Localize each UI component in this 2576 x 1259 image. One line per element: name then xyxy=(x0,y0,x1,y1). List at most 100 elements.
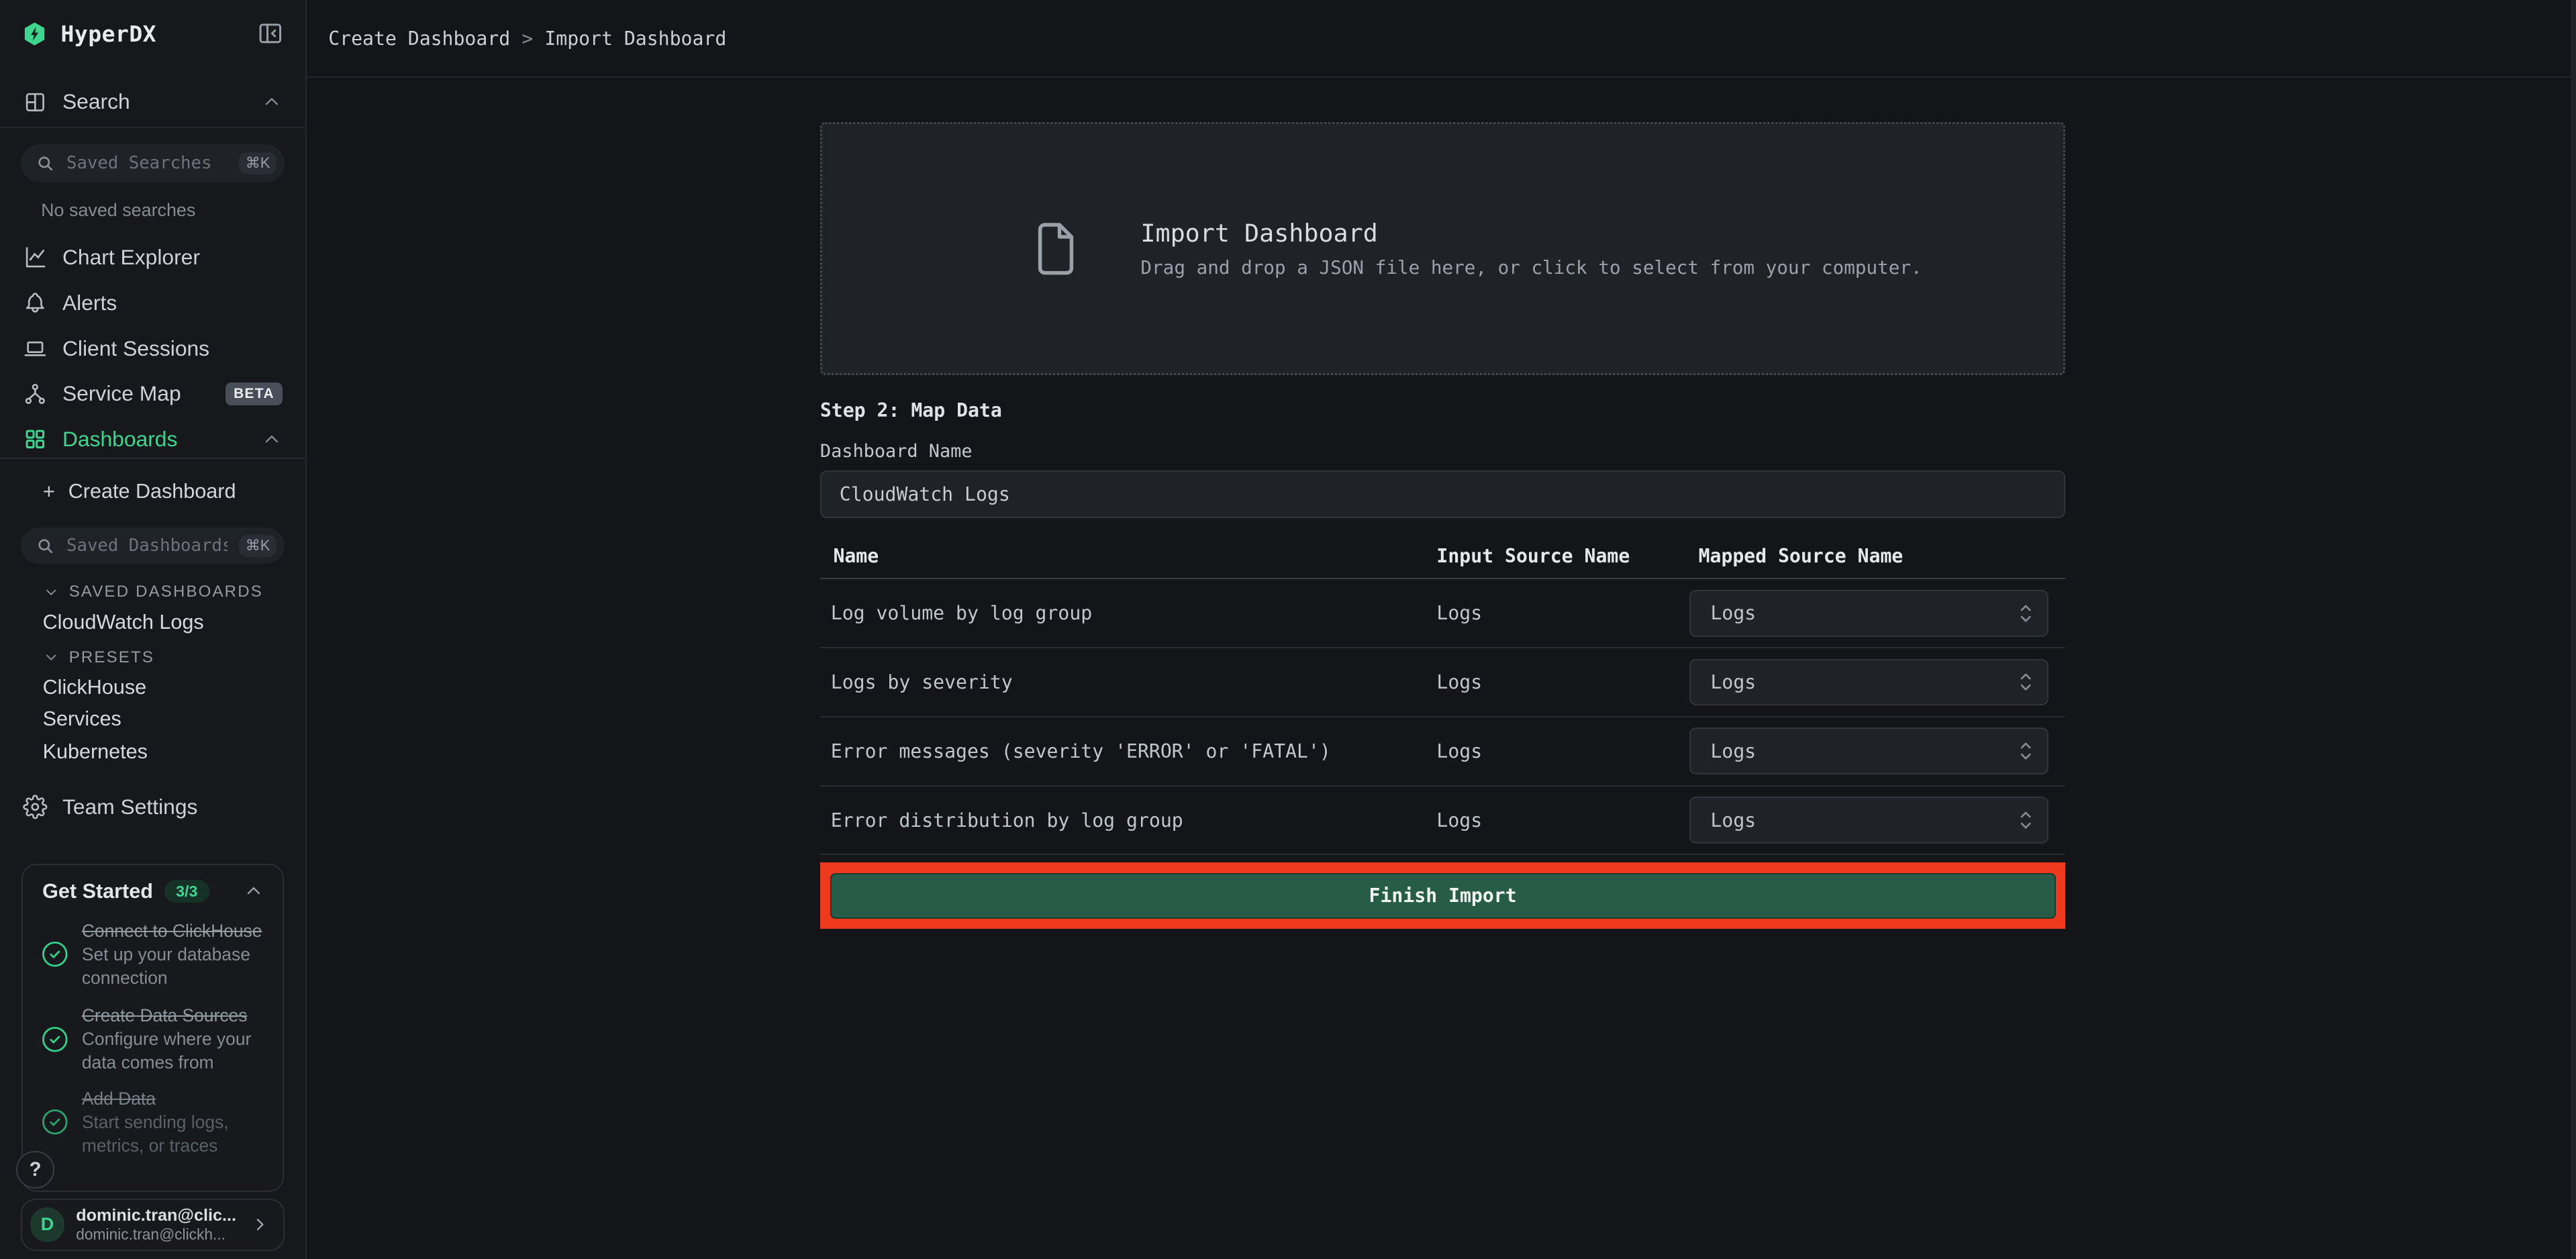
table-row: Logs by severity Logs Logs xyxy=(820,648,2065,717)
table-header-row: Name Input Source Name Mapped Source Nam… xyxy=(820,518,2065,580)
sidebar-item-alerts[interactable]: Alerts xyxy=(0,281,305,326)
dropzone-title: Import Dashboard xyxy=(1140,220,1922,246)
check-circle-icon xyxy=(41,1025,69,1054)
get-started-title: Get Started xyxy=(42,880,153,903)
sidebar-item-team-settings[interactable]: Team Settings xyxy=(0,785,305,829)
sidebar-item-label: Alerts xyxy=(62,291,117,315)
column-header-input-source: Input Source Name xyxy=(1436,545,1689,567)
shortcut-badge: ⌘K xyxy=(239,152,277,174)
search-icon xyxy=(36,154,55,173)
sidebar-item-chart-explorer[interactable]: Chart Explorer xyxy=(0,235,305,281)
panel-name: Error distribution by log group xyxy=(820,809,1437,832)
input-source-value: Logs xyxy=(1436,740,1689,762)
breadcrumb-create-dashboard[interactable]: Create Dashboard xyxy=(328,28,510,50)
import-dashboard-panel: Import Dashboard Drag and drop a JSON fi… xyxy=(820,78,2065,929)
mapped-source-value: Logs xyxy=(1710,809,2017,832)
preset-item-services[interactable]: Services xyxy=(43,707,121,732)
group-presets[interactable]: PRESETS xyxy=(0,645,305,670)
mapped-source-value: Logs xyxy=(1710,602,2017,624)
saved-dashboards-input[interactable] xyxy=(63,534,231,558)
check-circle-icon xyxy=(41,1108,69,1136)
mapped-source-select[interactable]: Logs xyxy=(1689,727,2048,774)
app-title: HyperDX xyxy=(60,21,256,47)
sidebar-section-search[interactable]: Search xyxy=(0,77,305,128)
collapse-sidebar-icon[interactable] xyxy=(256,19,285,48)
panel-name: Logs by severity xyxy=(820,671,1437,693)
help-button[interactable]: ? xyxy=(16,1151,54,1189)
bell-icon xyxy=(23,291,48,315)
chevron-right-icon xyxy=(250,1215,270,1234)
mapped-source-select[interactable]: Logs xyxy=(1689,590,2048,637)
dashboard-item-cloudwatch-logs[interactable]: CloudWatch Logs xyxy=(43,610,204,635)
app-window: HyperDX Search ⌘K No saved searches xyxy=(0,0,2576,1259)
checklist-desc: Set up your database connection xyxy=(82,944,250,988)
search-icon xyxy=(36,536,55,556)
annotation-highlight-box: Finish Import xyxy=(820,862,2065,929)
table-row: Log volume by log group Logs Logs xyxy=(820,579,2065,648)
preset-item-kubernetes[interactable]: Kubernetes xyxy=(43,740,148,764)
chevron-down-icon xyxy=(43,649,59,665)
user-account-card[interactable]: D dominic.tran@clic... dominic.tran@clic… xyxy=(21,1199,285,1251)
avatar: D xyxy=(30,1207,64,1242)
json-dropzone[interactable]: Import Dashboard Drag and drop a JSON fi… xyxy=(820,122,2065,375)
create-dashboard-label: Create Dashboard xyxy=(68,480,236,503)
chevron-up-icon xyxy=(243,880,264,902)
team-settings-label: Team Settings xyxy=(62,795,197,819)
dashboard-name-label: Dashboard Name xyxy=(820,442,2065,461)
saved-searches-searchbox[interactable]: ⌘K xyxy=(21,144,285,182)
shortcut-badge: ⌘K xyxy=(239,535,277,557)
top-header: Create Dashboard > Import Dashboard xyxy=(307,0,2576,78)
sidebar-nav: Chart Explorer Alerts Client Sessions Se… xyxy=(0,235,305,462)
sidebar-item-label: Dashboards xyxy=(62,427,177,452)
mapped-source-select[interactable]: Logs xyxy=(1689,797,2048,844)
checklist-item-sources[interactable]: Create Data Sources Configure where your… xyxy=(23,1004,283,1074)
check-circle-icon xyxy=(41,940,69,968)
search-section-label: Search xyxy=(62,89,130,114)
column-header-mapped-source: Mapped Source Name xyxy=(1689,545,2065,567)
user-email: dominic.tran@clickh... xyxy=(76,1225,239,1244)
mapped-source-select[interactable]: Logs xyxy=(1689,659,2048,706)
sidebar-item-client-sessions[interactable]: Client Sessions xyxy=(0,325,305,371)
select-chevrons-icon xyxy=(2018,740,2034,762)
user-name: dominic.tran@clic... xyxy=(76,1206,239,1225)
chevron-up-icon xyxy=(261,91,283,113)
select-chevrons-icon xyxy=(2018,670,2034,693)
finish-import-button[interactable]: Finish Import xyxy=(830,873,2056,918)
sidebar-item-service-map[interactable]: Service Map BETA xyxy=(0,371,305,417)
sidebar-item-dashboards[interactable]: Dashboards xyxy=(0,417,305,462)
saved-searches-input[interactable] xyxy=(63,152,231,175)
no-saved-searches-label: No saved searches xyxy=(41,200,195,221)
mapped-source-value: Logs xyxy=(1710,740,2017,762)
table-row: Error messages (severity 'ERROR' or 'FAT… xyxy=(820,717,2065,787)
checklist-item-connect[interactable]: Connect to ClickHouse Set up your databa… xyxy=(23,919,283,989)
mapped-source-value: Logs xyxy=(1710,671,2017,693)
finish-import-label: Finish Import xyxy=(1369,885,1517,907)
select-chevrons-icon xyxy=(2018,602,2034,625)
input-source-value: Logs xyxy=(1436,809,1689,832)
scrollbar-track[interactable] xyxy=(2571,0,2576,1259)
panel-name: Error messages (severity 'ERROR' or 'FAT… xyxy=(820,740,1437,762)
input-source-value: Logs xyxy=(1436,602,1689,624)
search-section-icon xyxy=(23,90,48,115)
checklist-item-add-data[interactable]: Add Data Start sending logs, metrics, or… xyxy=(23,1087,283,1157)
checklist-desc: Start sending logs, metrics, or traces xyxy=(82,1112,229,1156)
sidebar: HyperDX Search ⌘K No saved searches xyxy=(0,0,307,1259)
create-dashboard-button[interactable]: + Create Dashboard xyxy=(0,475,305,508)
preset-item-clickhouse[interactable]: ClickHouse xyxy=(43,676,147,701)
laptop-icon xyxy=(23,336,48,361)
dashboard-name-input[interactable] xyxy=(820,470,2065,518)
grid-icon xyxy=(23,427,48,452)
group-saved-dashboards[interactable]: SAVED DASHBOARDS xyxy=(0,580,305,605)
file-icon xyxy=(1034,220,1078,278)
get-started-card: Get Started 3/3 Connect to ClickHouse Se… xyxy=(21,864,284,1192)
chevron-down-icon xyxy=(43,584,59,600)
get-started-header[interactable]: Get Started 3/3 xyxy=(23,865,283,903)
plus-icon: + xyxy=(43,481,56,503)
hyperdx-logo-icon xyxy=(21,21,48,47)
saved-dashboards-searchbox[interactable]: ⌘K xyxy=(21,527,285,564)
panel-name: Log volume by log group xyxy=(820,602,1437,624)
progress-badge: 3/3 xyxy=(164,880,209,903)
chevron-up-icon xyxy=(261,429,283,450)
select-chevrons-icon xyxy=(2018,809,2034,832)
breadcrumb-import-dashboard[interactable]: Import Dashboard xyxy=(544,28,726,50)
